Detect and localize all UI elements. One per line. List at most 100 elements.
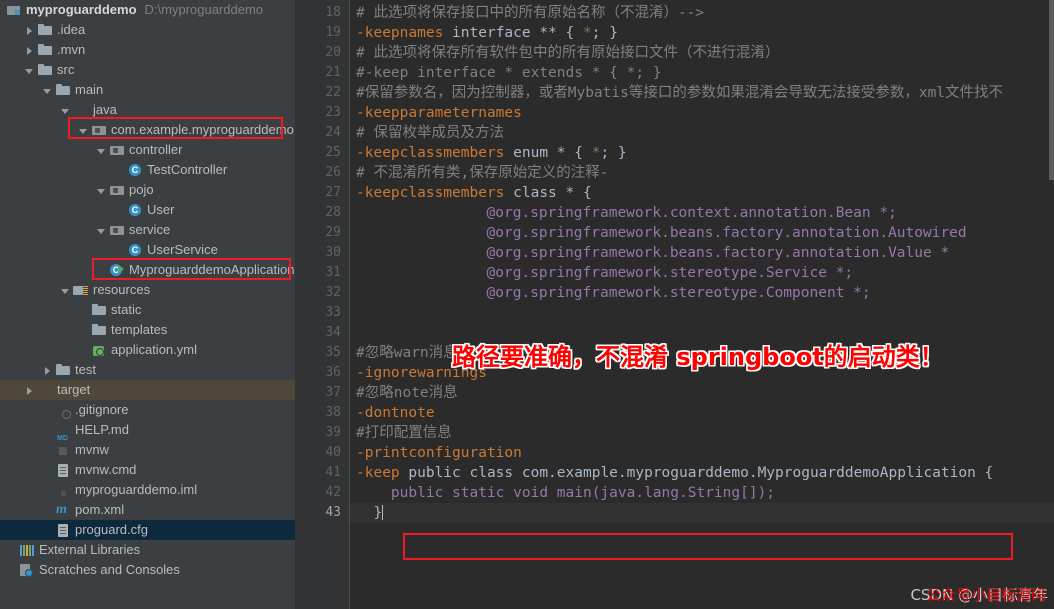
tree-node-label: MyproguarddemoApplication [129, 262, 295, 277]
tree-node-userservice[interactable]: UserService [0, 240, 295, 260]
code-line[interactable]: # 保留枚举成员及方法 [350, 123, 504, 143]
tree-node-com-example-myproguarddemo[interactable]: com.example.myproguarddemo [0, 120, 295, 140]
code-line[interactable]: # 此选项将保存所有软件包中的所有原始接口文件（不进行混淆） [350, 43, 779, 63]
code-line[interactable]: #打印配置信息 [350, 423, 452, 443]
line-number: 20 [325, 45, 341, 60]
idea-window: myproguarddemo D:\myproguarddemo .idea .m… [0, 0, 1054, 609]
code-text-area[interactable]: # 此选项将保存接口中的所有原始名称（不混淆）--> -keepnames int… [350, 0, 1054, 609]
tree-node-pom-xml[interactable]: pom.xml [0, 500, 295, 520]
code-line[interactable]: @org.springframework.stereotype.Componen… [350, 283, 871, 303]
code-line[interactable]: #-keep interface * extends * { *; } [350, 63, 662, 83]
code-line[interactable]: @org.springframework.beans.factory.annot… [350, 223, 967, 243]
chevron-right-icon[interactable] [24, 385, 35, 396]
tree-node-label: src [57, 62, 75, 77]
code-line[interactable]: public static void main(java.lang.String… [350, 483, 775, 503]
code-line[interactable]: -keepnames interface ** { *; } [350, 23, 618, 43]
line-number: 24 [325, 125, 341, 140]
tree-node-myproguarddemoapplication[interactable]: MyproguarddemoApplication [0, 260, 295, 280]
tree-node-testcontroller[interactable]: TestController [0, 160, 295, 180]
code-line[interactable]: -keepclassmembers enum * { *; } [350, 143, 627, 163]
editor-scrollbar-thumb[interactable] [1049, 0, 1054, 180]
code-line[interactable]: #忽略warn消息 [350, 343, 458, 363]
tree-node-templates[interactable]: templates [0, 320, 295, 340]
tree-node-application-yml[interactable]: application.yml [0, 340, 295, 360]
code-line[interactable]: # 此选项将保存接口中的所有原始名称（不混淆）--> [350, 3, 704, 23]
code-line[interactable]: @org.springframework.context.annotation.… [350, 203, 897, 223]
tree-node-scratches-and-consoles[interactable]: Scratches and Consoles [0, 560, 295, 580]
tree-node-main[interactable]: main [0, 80, 295, 100]
tree-node-label: pom.xml [75, 502, 125, 517]
tree-node-service[interactable]: service [0, 220, 295, 240]
tree-node--idea[interactable]: .idea [0, 20, 295, 40]
chevron-down-icon[interactable] [60, 285, 71, 296]
line-number: 19 [325, 25, 341, 40]
code-line[interactable]: #保留参数名，因为控制器，或者Mybatis等接口的参数如果混淆会导致无法接受参… [350, 83, 1003, 103]
line-number: 39 [325, 425, 341, 440]
line-number: 23 [325, 105, 341, 120]
chevron-down-icon[interactable] [78, 125, 89, 136]
chevron-down-icon[interactable] [96, 145, 107, 156]
project-root-row[interactable]: myproguarddemo D:\myproguarddemo [0, 0, 295, 20]
code-line[interactable]: -keepclassmembers class * { [350, 183, 592, 203]
code-token-plain: interface [443, 25, 540, 41]
line-number: 22 [325, 85, 341, 100]
text-caret [382, 505, 384, 520]
code-line[interactable]: @org.springframework.beans.factory.annot… [350, 243, 950, 263]
tree-node-pojo[interactable]: pojo [0, 180, 295, 200]
code-token-comment: # 此选项将保存所有软件包中的所有原始接口文件（不进行混淆） [356, 45, 780, 61]
code-line[interactable]: #忽略note消息 [350, 383, 458, 403]
tree-node-controller[interactable]: controller [0, 140, 295, 160]
code-line[interactable] [350, 303, 356, 323]
project-tree[interactable]: .idea .mvn src main java com.example.myprogua… [0, 20, 295, 580]
tree-node-test[interactable]: test [0, 360, 295, 380]
tree-node-label: java [93, 102, 117, 117]
chevron-down-icon[interactable] [96, 225, 107, 236]
tree-node-java[interactable]: java [0, 100, 295, 120]
chevron-down-icon[interactable] [42, 85, 53, 96]
project-tool-window[interactable]: myproguarddemo D:\myproguarddemo .idea .m… [0, 0, 295, 609]
tree-node--mvn[interactable]: .mvn [0, 40, 295, 60]
pkg-icon [109, 182, 125, 198]
code-token-ann: @org.springframework.context.annotation.… [486, 205, 897, 221]
code-token-comment: #打印配置信息 [356, 425, 452, 441]
tree-node-label: UserService [147, 242, 218, 257]
chevron-right-icon[interactable] [24, 45, 35, 56]
chevron-right-icon[interactable] [24, 25, 35, 36]
tree-node-user[interactable]: User [0, 200, 295, 220]
code-line[interactable]: @org.springframework.stereotype.Service … [350, 263, 854, 283]
chevron-right-icon[interactable] [42, 365, 53, 376]
code-line[interactable]: -keepparameternames [350, 103, 522, 123]
tree-node-label: static [111, 302, 142, 317]
code-token-plain: ; } [600, 145, 627, 161]
tree-node--gitignore[interactable]: .gitignore [0, 400, 295, 420]
tree-node-mvnw-cmd[interactable]: mvnw.cmd [0, 460, 295, 480]
chevron-down-icon[interactable] [96, 185, 107, 196]
code-line[interactable]: -keep public class com.example.myproguar… [350, 463, 993, 483]
tree-node-resources[interactable]: resources [0, 280, 295, 300]
code-line[interactable]: -dontnote [350, 403, 435, 423]
code-line[interactable]: -printconfiguration [350, 443, 522, 463]
code-token-comment: # 保留枚举成员及方法 [356, 125, 504, 141]
project-root-name: myproguarddemo [26, 2, 137, 17]
tree-node-static[interactable]: static [0, 300, 295, 320]
tree-node-help-md[interactable]: HELP.md [0, 420, 295, 449]
code-editor[interactable]: 18 19 20 21 22 23 24 25 26 27 28 29 30 31 32 33 34 35 36 37… [295, 0, 1054, 609]
xml-m-icon [55, 502, 71, 518]
chevron-down-icon[interactable] [60, 105, 71, 116]
tree-node-myproguarddemo-iml[interactable]: myproguarddemo.iml [0, 480, 295, 500]
code-token-key: -printconfiguration [356, 445, 522, 461]
tree-node-proguard-cfg[interactable]: proguard.cfg [0, 520, 295, 540]
code-line[interactable]: # 不混淆所有类,保存原始定义的注释- [350, 163, 608, 183]
tree-node-mvnw[interactable]: mvnw [0, 440, 295, 460]
code-token-plain: enum * { [504, 145, 592, 161]
tree-node-external-libraries[interactable]: External Libraries [0, 540, 295, 560]
folder-icon [91, 302, 107, 318]
tree-node-src[interactable]: src [0, 60, 295, 80]
code-line[interactable] [350, 323, 356, 343]
tree-node-target[interactable]: target [0, 380, 295, 400]
chevron-down-icon[interactable] [24, 65, 35, 76]
code-line[interactable]: } [350, 503, 1054, 523]
